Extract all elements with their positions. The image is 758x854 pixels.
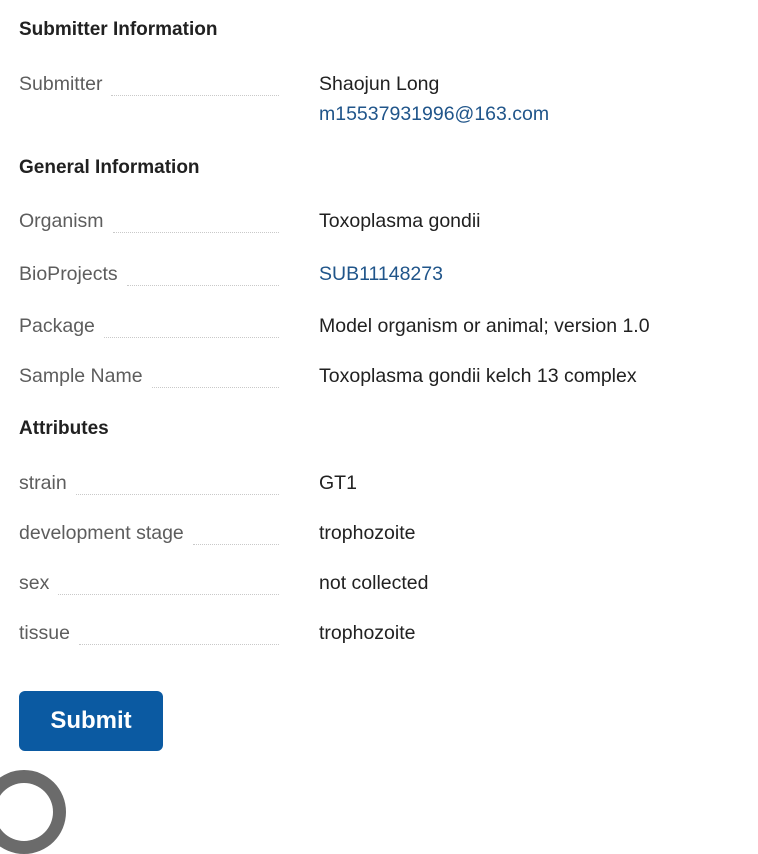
section-title-attributes: Attributes xyxy=(19,418,109,439)
strain-value: GT1 xyxy=(319,472,357,494)
row-label: development stage xyxy=(19,520,279,546)
submitter-label: Submitter xyxy=(19,73,103,95)
bioprojects-link[interactable]: SUB11148273 xyxy=(319,261,443,287)
dotted-leader xyxy=(78,643,279,645)
row-label: Sample Name xyxy=(19,363,279,389)
row-bioprojects: BioProjects SUB11148273 xyxy=(19,261,739,287)
dotted-leader xyxy=(111,94,279,96)
row-value: Shaojun Long m15537931996@163.com xyxy=(319,71,549,127)
development-stage-label: development stage xyxy=(19,522,184,544)
row-label: strain xyxy=(19,470,279,496)
row-sex: sex not collected xyxy=(19,570,739,596)
section-title-general: General Information xyxy=(19,157,200,178)
row-label: Submitter xyxy=(19,71,279,97)
tissue-label: tissue xyxy=(19,622,70,644)
development-stage-value: trophozoite xyxy=(319,522,416,544)
row-sample-name: Sample Name Toxoplasma gondii kelch 13 c… xyxy=(19,363,739,389)
row-organism: Organism Toxoplasma gondii xyxy=(19,208,739,234)
row-label: sex xyxy=(19,570,279,596)
organism-value: Toxoplasma gondii xyxy=(319,210,481,232)
row-development-stage: development stage trophozoite xyxy=(19,520,739,546)
dotted-leader xyxy=(103,336,279,338)
sample-name-value: Toxoplasma gondii kelch 13 complex xyxy=(319,365,637,387)
floating-circle-inner xyxy=(0,783,53,841)
submitter-email-link[interactable]: m15537931996@163.com xyxy=(319,101,549,127)
floating-circle-button[interactable] xyxy=(0,770,66,854)
submitter-name: Shaojun Long xyxy=(319,73,440,95)
row-strain: strain GT1 xyxy=(19,470,739,496)
tissue-value: trophozoite xyxy=(319,622,416,644)
row-submitter: Submitter Shaojun Long m15537931996@163.… xyxy=(19,71,739,125)
dotted-leader xyxy=(151,386,279,388)
organism-label: Organism xyxy=(19,210,104,232)
sex-value: not collected xyxy=(319,572,429,594)
package-value: Model organism or animal; version 1.0 xyxy=(319,315,650,337)
submit-button[interactable]: Submit xyxy=(19,691,163,751)
dotted-leader xyxy=(58,593,279,595)
dotted-leader xyxy=(126,284,279,286)
row-label: BioProjects xyxy=(19,261,279,287)
bioprojects-label: BioProjects xyxy=(19,263,118,285)
row-label: Organism xyxy=(19,208,279,234)
row-label: tissue xyxy=(19,620,279,646)
dotted-leader xyxy=(112,231,279,233)
row-tissue: tissue trophozoite xyxy=(19,620,739,646)
sex-label: sex xyxy=(19,572,50,594)
dotted-leader xyxy=(75,493,279,495)
package-label: Package xyxy=(19,315,95,337)
row-label: Package xyxy=(19,313,279,339)
dotted-leader xyxy=(192,543,279,545)
section-title-submitter: Submitter Information xyxy=(19,19,218,40)
sample-name-label: Sample Name xyxy=(19,365,143,387)
strain-label: strain xyxy=(19,472,67,494)
row-package: Package Model organism or animal; versio… xyxy=(19,313,739,339)
